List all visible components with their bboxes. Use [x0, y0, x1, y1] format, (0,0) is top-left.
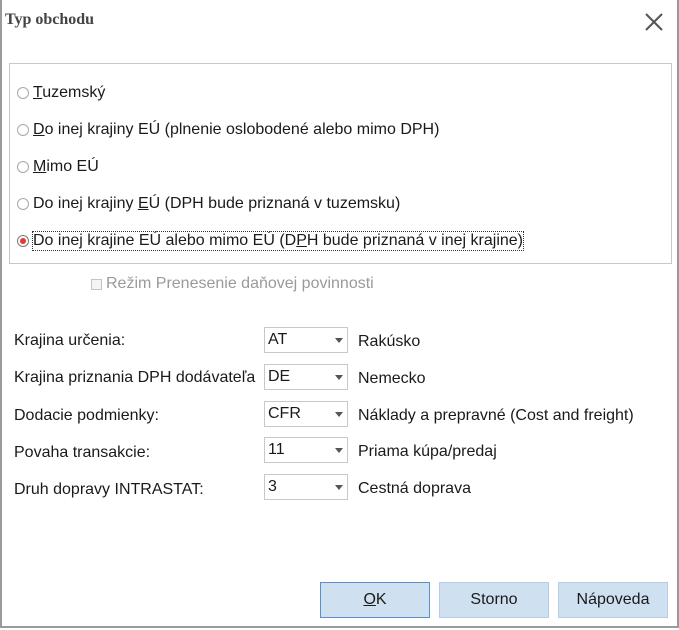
ok-button[interactable]: OK [320, 582, 430, 618]
radio-label: Do inej krajine EÚ alebo mimo EÚ (DPH bu… [32, 231, 524, 251]
radio-foreign-vat[interactable]: Do inej krajine EÚ alebo mimo EÚ (DPH bu… [17, 230, 524, 252]
reverse-charge-label: Režim Prenesenie daňovej povinnosti [106, 275, 374, 292]
delivery-terms-select[interactable]: CFR [264, 401, 348, 427]
vat-country-desc: Nemecko [358, 370, 426, 387]
transport-mode-select[interactable]: 3 [264, 474, 348, 500]
destination-country-label: Krajina určenia: [14, 332, 126, 349]
radio-label: Tuzemský [33, 84, 106, 101]
transaction-nature-label: Povaha transakcie: [14, 444, 151, 461]
radio-button-selected[interactable] [17, 235, 29, 247]
chevron-down-icon[interactable] [335, 448, 343, 453]
radio-label: Mimo EÚ [33, 158, 99, 175]
trade-type-radio-group: Tuzemský Do inej krajiny EÚ (plnenie osl… [9, 63, 672, 264]
reverse-charge-checkbox-row[interactable]: Režim Prenesenie daňovej povinnosti [91, 275, 374, 293]
radio-label: Do inej krajiny EÚ (plnenie oslobodené a… [33, 121, 440, 138]
dialog-title: Typ obchodu [5, 11, 95, 28]
help-button[interactable]: Nápoveda [558, 582, 668, 618]
select-value: 11 [268, 441, 285, 458]
reverse-charge-checkbox[interactable] [91, 278, 102, 290]
ok-button-label: O [363, 591, 376, 608]
close-icon[interactable] [640, 8, 668, 36]
transaction-nature-desc: Priama kúpa/predaj [358, 443, 497, 460]
radio-label: Do inej krajiny EÚ (DPH bude priznaná v … [33, 195, 401, 212]
cancel-button[interactable]: Storno [439, 582, 549, 618]
radio-eu-domestic-vat[interactable]: Do inej krajiny EÚ (DPH bude priznaná v … [17, 193, 400, 215]
radio-button[interactable] [17, 87, 29, 99]
radio-outside-eu[interactable]: Mimo EÚ [17, 156, 99, 178]
vat-country-select[interactable]: DE [264, 364, 348, 390]
chevron-down-icon[interactable] [335, 375, 343, 380]
radio-domestic[interactable]: Tuzemský [17, 82, 105, 104]
select-value: CFR [268, 405, 301, 422]
cancel-button-label: Storno [470, 591, 518, 608]
radio-button[interactable] [17, 124, 29, 136]
transport-mode-desc: Cestná doprava [358, 480, 471, 497]
chevron-down-icon[interactable] [335, 485, 343, 490]
chevron-down-icon[interactable] [335, 412, 343, 417]
radio-button[interactable] [17, 161, 29, 173]
select-value: DE [268, 368, 291, 385]
trade-type-dialog: Typ obchodu Tuzemský Do inej krajiny EÚ … [0, 0, 679, 628]
vat-country-label: Krajina priznania DPH dodávateľa [14, 369, 256, 386]
destination-country-select[interactable]: AT [264, 327, 348, 353]
select-value: AT [268, 331, 288, 348]
delivery-terms-desc: Náklady a prepravné (Cost and freight) [358, 407, 634, 424]
radio-button[interactable] [17, 198, 29, 210]
destination-country-desc: Rakúsko [358, 333, 421, 350]
ok-button-label-rest: K [375, 591, 387, 608]
radio-eu-exempt[interactable]: Do inej krajiny EÚ (plnenie oslobodené a… [17, 119, 439, 141]
help-button-label: Nápoveda [576, 591, 650, 608]
delivery-terms-label: Dodacie podmienky: [14, 407, 159, 424]
select-value: 3 [268, 478, 277, 495]
title-bar: Typ obchodu [2, 0, 677, 41]
transport-mode-label: Druh dopravy INTRASTAT: [14, 481, 204, 498]
transaction-nature-select[interactable]: 11 [264, 437, 348, 463]
chevron-down-icon[interactable] [335, 338, 343, 343]
